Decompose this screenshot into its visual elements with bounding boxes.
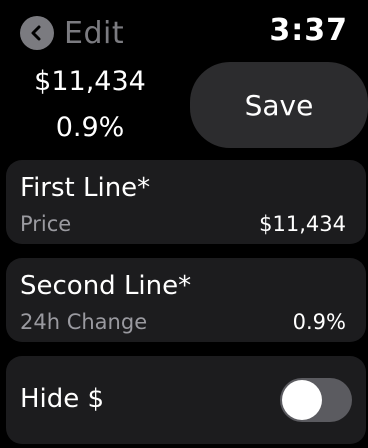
hide-dollar-label: Hide $	[20, 384, 105, 414]
clock: 3:37	[269, 13, 348, 48]
status-bar: Edit 3:37	[0, 0, 368, 64]
preview-change: 0.9%	[55, 112, 125, 143]
complication-preview: $11,434 0.9%	[18, 62, 162, 152]
first-line-row[interactable]: First Line* Price $11,434	[6, 160, 366, 244]
second-line-value: 0.9%	[292, 310, 346, 334]
toggle-knob	[282, 380, 322, 420]
hide-dollar-row: Hide $	[6, 356, 366, 444]
back-button[interactable]: Edit	[20, 15, 125, 51]
hide-dollar-toggle[interactable]	[280, 378, 352, 422]
preview-value: $11,434	[34, 66, 146, 97]
first-line-title: First Line*	[20, 173, 151, 203]
save-button[interactable]: Save	[190, 62, 368, 148]
second-line-row[interactable]: Second Line* 24h Change 0.9%	[6, 258, 366, 342]
first-line-value: $11,434	[259, 212, 346, 236]
first-line-subtitle: Price	[20, 212, 72, 236]
back-label: Edit	[64, 15, 125, 51]
chevron-left-icon	[20, 16, 54, 50]
second-line-subtitle: 24h Change	[20, 310, 148, 334]
second-line-title: Second Line*	[20, 271, 192, 301]
